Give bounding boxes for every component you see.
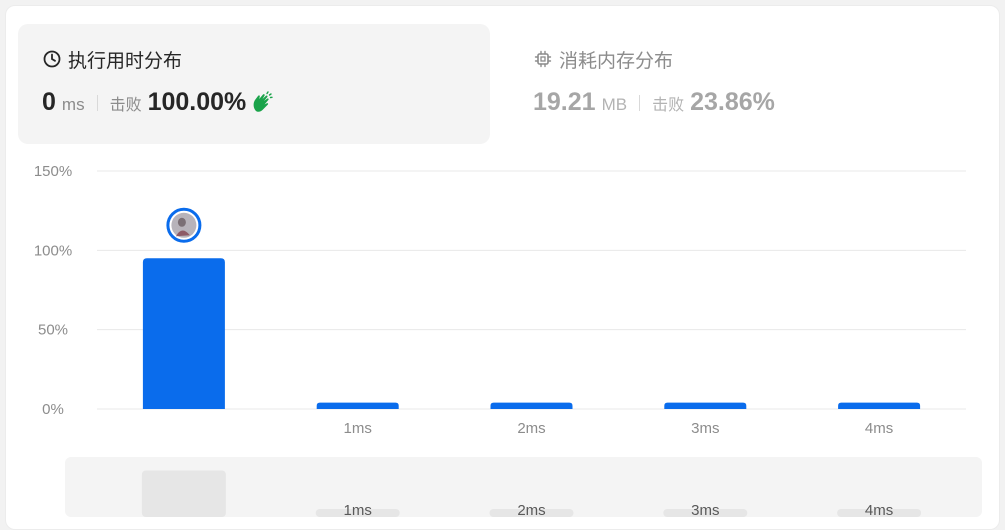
- avatar-figure: [177, 217, 186, 227]
- y-tick-label: 150%: [34, 163, 72, 180]
- overview-label: 1ms: [344, 502, 372, 519]
- grid-lines: [97, 170, 966, 410]
- x-tick-label: 4ms: [865, 420, 893, 437]
- bars: [142, 258, 921, 409]
- runtime-bar-chart: 0% 50% 100% 150% 1ms 2ms 3ms 4ms 1ms 2ms 3ms 4ms: [34, 163, 982, 519]
- bar: [142, 258, 225, 409]
- bar: [838, 402, 921, 409]
- avatar-marker: [166, 207, 202, 243]
- bar: [490, 402, 573, 409]
- y-axis-ticks: 0% 50% 100% 150%: [34, 163, 72, 418]
- overview-label: 3ms: [691, 502, 719, 519]
- x-tick-label: 1ms: [344, 420, 372, 437]
- x-tick-label: 2ms: [517, 420, 545, 437]
- x-axis-ticks: 1ms 2ms 3ms 4ms: [344, 420, 894, 437]
- runtime-distribution-card: 执行用时分布 0 ms 击败 100.00% 消耗内存分布 19.21 MB 击…: [5, 5, 1000, 530]
- bar: [316, 402, 399, 409]
- x-tick-label: 3ms: [691, 420, 719, 437]
- bar: [664, 402, 747, 409]
- y-tick-label: 50%: [38, 322, 68, 339]
- y-tick-label: 0%: [42, 401, 64, 418]
- overview-label: 2ms: [517, 502, 545, 519]
- y-tick-label: 100%: [34, 242, 72, 259]
- overview-bar: [141, 470, 226, 517]
- range-overview[interactable]: 1ms 2ms 3ms 4ms: [65, 457, 982, 519]
- overview-label: 4ms: [865, 502, 893, 519]
